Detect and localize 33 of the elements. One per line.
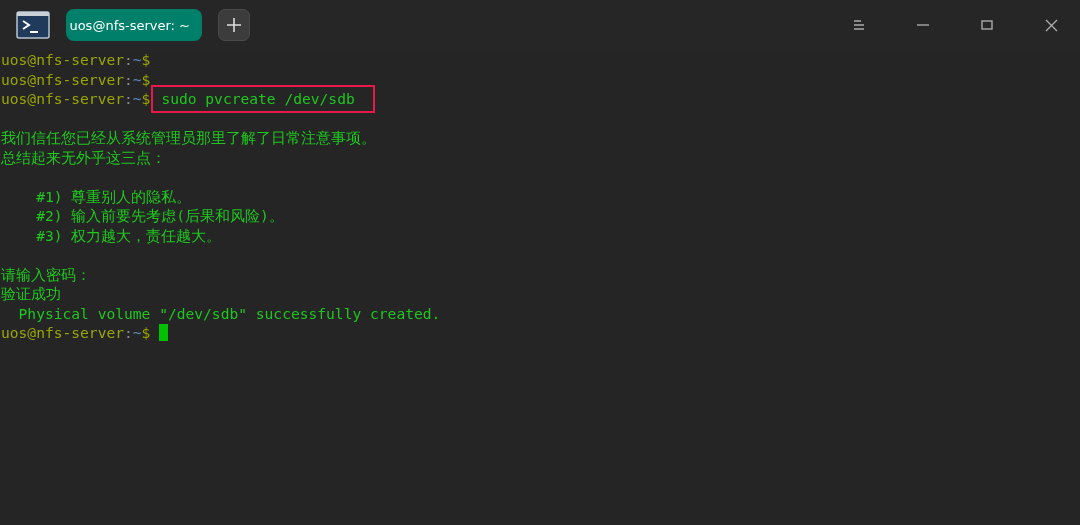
prompt-separator: : [124, 323, 133, 343]
prompt-separator: : [124, 50, 133, 70]
new-tab-button[interactable] [218, 9, 250, 41]
plus-icon [226, 17, 242, 33]
output-line: 验证成功 [1, 284, 61, 304]
prompt-path: ~ [132, 69, 142, 89]
output-line: #2) 输入前要先考虑(后果和风险)。 [35, 206, 284, 226]
menu-icon [853, 20, 865, 30]
prompt-path: ~ [132, 323, 142, 343]
output-line: Physical volume "/dev/sdb" successfully created. [17, 303, 441, 323]
prompt-symbol: $ [141, 89, 151, 109]
prompt-user-host: uos@nfs-server [1, 323, 124, 343]
output-line: 请输入密码： [1, 264, 91, 284]
output-line: 总结起来无外乎这三点： [1, 147, 166, 167]
prompt-user-host: uos@nfs-server [1, 50, 124, 70]
output-line: #3) 权力越大，责任越大。 [35, 225, 222, 245]
minimize-icon [917, 23, 929, 27]
prompt-path: ~ [132, 89, 142, 109]
output-line: #1) 尊重别人的隐私。 [35, 186, 192, 206]
prompt-symbol: $ [141, 323, 151, 343]
terminal-app-icon[interactable] [16, 11, 50, 39]
maximize-icon [981, 20, 993, 30]
prompt-symbol: $ [141, 50, 151, 70]
terminal-tab[interactable]: uos@nfs-server: ~ [66, 9, 202, 41]
output-line: 我们信任您已经从系统管理员那里了解了日常注意事项。 [1, 128, 376, 148]
prompt-user-host: uos@nfs-server [1, 69, 124, 89]
prompt-path: ~ [132, 50, 142, 70]
prompt-user-host: uos@nfs-server [1, 89, 124, 109]
prompt-separator: : [124, 69, 133, 89]
highlighted-command: sudo pvcreate /dev/sdb [153, 87, 373, 111]
prompt-separator: : [124, 89, 133, 109]
close-icon [1044, 18, 1058, 32]
prompt-symbol: $ [141, 69, 151, 89]
